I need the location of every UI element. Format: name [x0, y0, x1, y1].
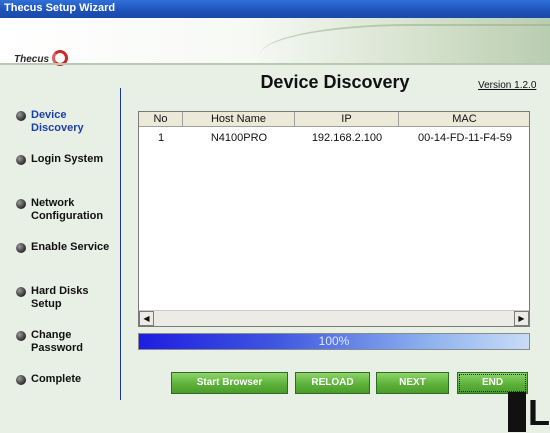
progress-label: 100% [318, 334, 350, 348]
window-title: Thecus Setup Wizard [4, 2, 116, 14]
cell-host-name: N4100PRO [210, 132, 268, 144]
version-link[interactable]: Version 1.2.0 [478, 80, 536, 91]
window-title-bar[interactable]: Thecus Setup Wizard [0, 0, 550, 18]
step-bullet-icon [16, 199, 26, 209]
table-header: No Host Name IP MAC [139, 112, 529, 128]
step-label: Network Configuration [31, 197, 104, 222]
watermark-letter: L [528, 392, 550, 433]
reload-button[interactable]: RELOAD [295, 372, 370, 394]
sidebar-divider [120, 88, 121, 400]
column-header-host-name[interactable]: Host Name [183, 112, 295, 127]
watermark-logo: L [502, 388, 550, 432]
step-label: Enable Service [31, 241, 110, 253]
column-header-ip[interactable]: IP [295, 112, 399, 127]
step-label: Change Password [31, 329, 83, 354]
device-list-table[interactable]: No Host Name IP MAC 1 N4100PRO 192.168.2… [138, 111, 530, 327]
step-label: Device Discovery [31, 109, 84, 134]
arrow-right-icon[interactable]: ▶ [514, 311, 529, 326]
cell-ip: 192.168.2.100 [311, 132, 383, 144]
horizontal-scrollbar[interactable]: ◀ ▶ [139, 310, 529, 326]
step-bullet-icon [16, 155, 26, 165]
step-label: Login System [31, 153, 104, 165]
wizard-steps-sidebar: Device Discovery Login System Network Co… [0, 65, 120, 432]
step-bullet-icon [16, 243, 26, 253]
step-bullet-icon [16, 111, 26, 121]
watermark-block [508, 392, 526, 432]
next-button[interactable]: NEXT [376, 372, 449, 394]
step-bullet-icon [16, 331, 26, 341]
table-row[interactable]: 1 N4100PRO 192.168.2.100 00-14-FD-11-F4-… [139, 130, 529, 146]
start-browser-button[interactable]: Start Browser [171, 372, 288, 394]
discovery-progress-bar: 100% [138, 333, 530, 350]
column-header-no[interactable]: No [139, 112, 183, 127]
step-bullet-icon [16, 287, 26, 297]
column-header-mac[interactable]: MAC [399, 112, 529, 127]
page-title: Device Discovery [260, 72, 410, 92]
header-banner: Thecus [0, 18, 550, 66]
step-label: Hard Disks Setup [31, 285, 89, 310]
step-bullet-icon [16, 375, 26, 385]
arrow-left-icon[interactable]: ◀ [139, 311, 154, 326]
cell-no: 1 [157, 132, 165, 144]
cell-mac: 00-14-FD-11-F4-59 [418, 132, 512, 144]
step-label: Complete [31, 373, 82, 385]
